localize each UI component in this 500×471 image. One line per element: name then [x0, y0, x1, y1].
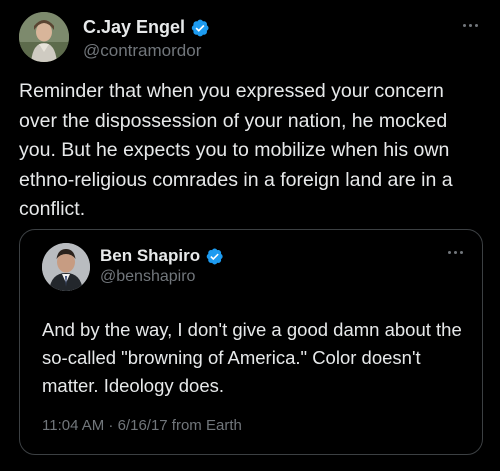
author-name[interactable]: C.Jay Engel	[83, 17, 210, 38]
quoted-author-handle[interactable]: @benshapiro	[100, 268, 195, 286]
quoted-post[interactable]: Ben Shapiro @benshapiro And by the way, …	[19, 229, 483, 455]
more-options-icon[interactable]	[458, 18, 482, 32]
quoted-post-text: And by the way, I don't give a good damn…	[42, 319, 462, 396]
quoted-author-avatar[interactable]	[42, 243, 90, 291]
author-name-text[interactable]: C.Jay Engel	[83, 17, 185, 38]
verified-badge-icon	[191, 19, 209, 36]
quoted-author-name[interactable]: Ben Shapiro	[100, 246, 224, 266]
verified-badge-icon	[206, 248, 223, 264]
quoted-author-name-text[interactable]: Ben Shapiro	[100, 246, 200, 266]
post-text: Reminder that when you expressed your co…	[19, 80, 453, 220]
author-handle[interactable]: @contramordor	[83, 41, 201, 61]
quoted-post-timestamp[interactable]: 11:04 AM · 6/16/17 from Earth	[42, 417, 242, 434]
author-avatar[interactable]	[19, 12, 69, 62]
more-options-icon[interactable]	[444, 246, 466, 258]
post-card: C.Jay Engel @contramordor Reminder that …	[0, 0, 500, 471]
